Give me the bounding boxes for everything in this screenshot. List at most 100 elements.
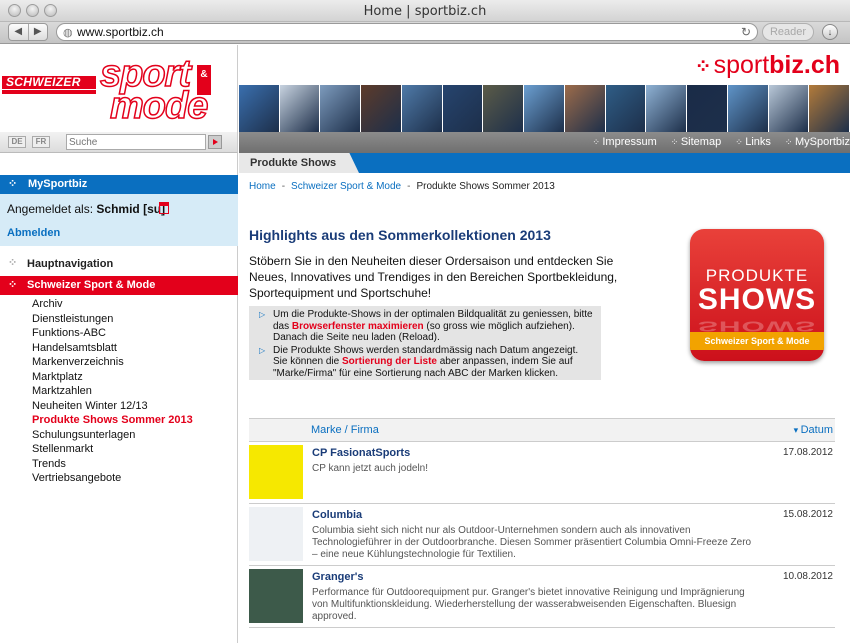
header-photo	[524, 85, 565, 132]
header-photo	[361, 85, 402, 132]
page-title: Highlights aus den Sommerkollektionen 20…	[249, 227, 551, 243]
url-text[interactable]: www.sportbiz.ch	[77, 25, 164, 39]
language-search-bar: DE FR	[0, 132, 238, 153]
window-titlebar: Home | sportbiz.ch	[0, 0, 850, 22]
calendar-icon[interactable]	[159, 202, 169, 214]
hint-box: Um die Produkte-Shows in der optimalen B…	[249, 306, 601, 380]
sidebar-item[interactable]: Schulungsunterlagen	[32, 428, 193, 443]
site-logo[interactable]: SCHWEIZER sport mode &	[0, 45, 238, 132]
logo-schweizer-text: SCHWEIZER	[6, 75, 81, 89]
sidebar-section-header[interactable]: ⁘ Schweizer Sport & Mode	[0, 276, 238, 295]
header-photo	[279, 85, 321, 132]
item-description: Columbia sieht sich nicht nur als Outdoo…	[312, 525, 752, 560]
brand-link[interactable]: CP FasionatSports	[312, 447, 410, 459]
search-go-button[interactable]	[208, 135, 222, 149]
intro-text: Stöbern Sie in den Neuheiten dieser Orde…	[249, 254, 618, 300]
sidebar-mysportbiz-header[interactable]: ⁘ MySportbiz	[0, 175, 238, 194]
logo-ampersand: &	[197, 65, 211, 95]
sidebar-item[interactable]: Markenverzeichnis	[32, 355, 193, 370]
list-item[interactable]: Columbia Columbia sieht sich nicht nur al…	[249, 504, 835, 566]
list-item[interactable]: Granger's Performance für Outdoorequipmen…	[249, 566, 835, 628]
header-photo	[768, 85, 810, 132]
header-photo	[239, 85, 280, 132]
sidebar-item[interactable]: Marktzahlen	[32, 384, 193, 399]
item-description: Performance für Outdoorequipment pur. Gr…	[312, 587, 745, 622]
section-label: Schweizer Sport & Mode	[27, 279, 156, 291]
header-photo	[320, 85, 362, 132]
back-arrow-icon[interactable]: ◀	[9, 24, 29, 40]
sort-date-header[interactable]: Datum	[794, 424, 833, 436]
login-panel: Angemeldet als: Schmid [su] Abmelden	[0, 194, 238, 246]
badge-strip-text: Schweizer Sport & Mode	[690, 332, 824, 350]
sportbiz-brand-logo[interactable]: ⁘sportbiz.ch	[695, 51, 840, 80]
brand-prefix: sport	[713, 51, 770, 79]
brand-dots-icon: ⁘	[694, 56, 712, 78]
item-description: CP kann jetzt auch jodeln!	[312, 463, 429, 474]
breadcrumb-home[interactable]: Home	[249, 181, 276, 192]
lang-fr-button[interactable]: FR	[32, 136, 50, 148]
product-thumbnail[interactable]	[249, 507, 303, 561]
sidebar-item[interactable]: Neuheiten Winter 12/13	[32, 399, 193, 414]
sidebar-item[interactable]: Stellenmarkt	[32, 442, 193, 457]
login-user: Schmid [su]	[96, 202, 166, 216]
downloads-icon[interactable]: ↓	[822, 24, 838, 40]
reload-icon[interactable]: ↻	[741, 25, 751, 39]
sidebar-item[interactable]: Dienstleistungen	[32, 312, 193, 327]
breadcrumb-current: Produkte Shows Sommer 2013	[416, 181, 555, 192]
history-buttons: ◀ ▶	[8, 23, 48, 41]
photo-strip	[239, 85, 850, 132]
nav-dots-icon: ⁘	[8, 257, 18, 269]
toplink-sitemap[interactable]: Sitemap	[671, 136, 721, 148]
sorting-highlight: Sortierung der Liste	[341, 356, 437, 367]
sidebar-item[interactable]: Trends	[32, 457, 193, 472]
hint-maximize: Um die Produkte-Shows in der optimalen B…	[259, 309, 595, 344]
sidebar-main-nav-header[interactable]: ⁘ Hauptnavigation	[0, 254, 238, 274]
main-content: Produkte Shows Home - Schweizer Sport & Mo…	[239, 153, 850, 643]
lang-de-button[interactable]: DE	[8, 136, 26, 148]
sort-brand-header[interactable]: Marke / Firma	[311, 424, 379, 436]
address-bar[interactable]: ◍ www.sportbiz.ch ↻	[56, 23, 758, 41]
header-photo	[442, 85, 484, 132]
logo-underline	[2, 90, 96, 94]
login-status: Angemeldet als: Schmid [su]	[7, 202, 165, 216]
logo-mode-text: mode	[109, 85, 209, 127]
sidebar-item[interactable]: Handelsamtsblatt	[32, 341, 193, 356]
breadcrumb-section[interactable]: Schweizer Sport & Mode	[291, 181, 401, 192]
browser-toolbar: ◀ ▶ ◍ www.sportbiz.ch ↻ Reader ↓	[0, 22, 850, 44]
reader-button[interactable]: Reader	[762, 23, 814, 41]
header-photo	[401, 85, 443, 132]
badge-main-text: SHOWS	[697, 283, 817, 316]
list-header: Marke / Firma Datum	[249, 418, 835, 442]
product-thumbnail[interactable]	[249, 445, 303, 499]
toplink-links[interactable]: Links	[735, 136, 771, 148]
header-banner: ⁘sportbiz.ch	[239, 45, 850, 132]
sidebar-item[interactable]: Funktions-ABC	[32, 326, 193, 341]
logout-link[interactable]: Abmelden	[7, 227, 60, 239]
sidebar-item[interactable]: Vertriebsangebote	[32, 471, 193, 486]
logo-schweizer-bar: SCHWEIZER	[2, 75, 96, 89]
top-nav: Impressum Sitemap Links MySportbiz	[239, 132, 850, 153]
tab-produkte-shows[interactable]: Produkte Shows	[239, 153, 359, 173]
sidebar-item[interactable]: Marktplatz	[32, 370, 193, 385]
list-item[interactable]: CP FasionatSports CP kann jetzt auch jode…	[249, 442, 835, 504]
sidebar-item[interactable]: Produkte Shows Sommer 2013	[32, 413, 193, 428]
toplink-impressum[interactable]: Impressum	[592, 136, 656, 148]
item-date: 15.08.2012	[782, 509, 833, 520]
header-photo	[483, 85, 525, 132]
dots-icon: ⁘	[8, 178, 18, 190]
section-dots-icon: ⁘	[8, 279, 18, 291]
brand-link[interactable]: Columbia	[312, 509, 362, 521]
search-input[interactable]	[66, 134, 206, 150]
header-photo	[687, 85, 728, 132]
forward-arrow-icon[interactable]: ▶	[29, 24, 48, 40]
toplink-mysportbiz[interactable]: MySportbiz	[785, 136, 850, 148]
hint-sorting: Die Produkte Shows werden standardmässig…	[259, 345, 595, 380]
brand-link[interactable]: Granger's	[312, 571, 364, 583]
globe-icon: ◍	[63, 27, 73, 39]
header-photo	[605, 85, 647, 132]
header-photo	[646, 85, 688, 132]
header-photo	[809, 85, 850, 132]
sidebar-item[interactable]: Archiv	[32, 297, 193, 312]
sidebar-mysportbiz-label: MySportbiz	[28, 178, 88, 190]
product-thumbnail[interactable]	[249, 569, 303, 623]
